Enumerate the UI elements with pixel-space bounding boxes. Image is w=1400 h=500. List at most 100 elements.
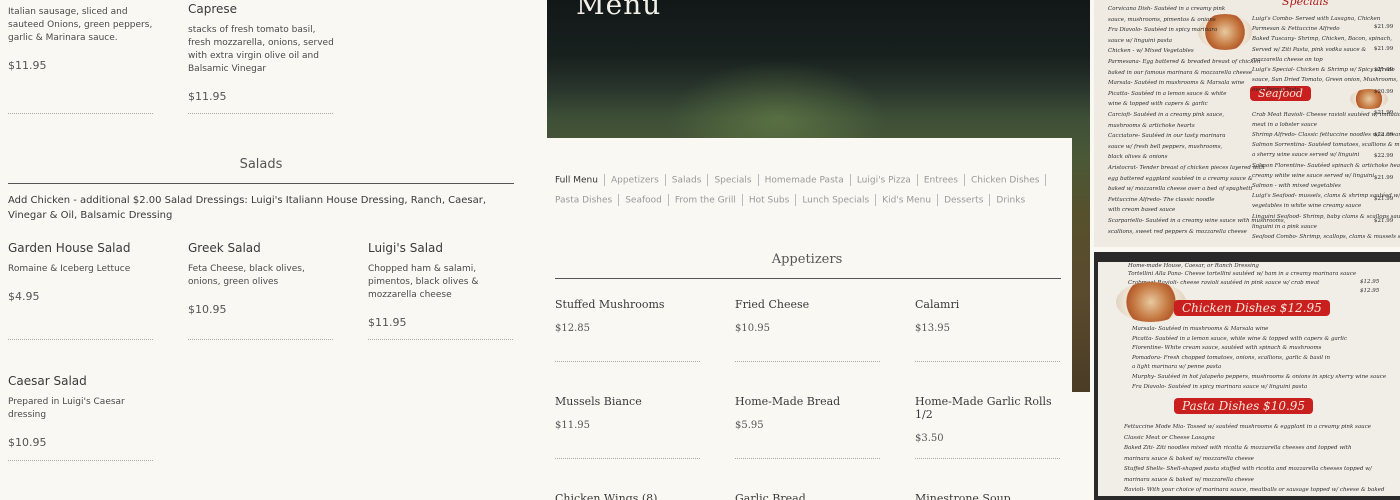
menu-photo-line: Salmon Florentine- Sautéed spinach & art… xyxy=(1252,162,1400,169)
menu-photo-line: Fra Diavolo- Sautéed in spicy marinara xyxy=(1108,27,1218,34)
menu-photo-line: marinara sauce & baked w/ mozzarella che… xyxy=(1124,476,1254,483)
nav-appetizers[interactable]: Appetizers xyxy=(611,176,659,186)
item-name: Garden House Salad xyxy=(8,241,131,255)
item-name: Home-Made Bread xyxy=(735,395,841,408)
item-price: $11.95 xyxy=(188,90,227,103)
menu-photo-line: sauce, mushrooms, pimentos & onions xyxy=(1108,16,1216,23)
dotted-divider xyxy=(188,338,333,340)
menu-photo-line: mushrooms & artichoke hearts xyxy=(1108,122,1195,129)
salads-note: Add Chicken - additional $2.00 Salad Dre… xyxy=(8,195,487,221)
menu-photo-line: baked in our famous marinara & mozzarell… xyxy=(1108,69,1253,76)
menu-photo-line: Corvicana Dish- Sautéed in a creamy pink xyxy=(1108,6,1226,12)
nav-drinks[interactable]: Drinks xyxy=(996,196,1025,206)
menu-item-garlic-bread: Garlic Bread xyxy=(735,492,880,500)
nav-luigis-pizza[interactable]: Luigi's Pizza xyxy=(857,176,911,186)
nav-specials[interactable]: Specials xyxy=(714,176,751,186)
item-price: $11.95 xyxy=(555,420,590,431)
menu-photo-line: $12.95 xyxy=(1360,279,1380,285)
menu-photo-line: Served w/ Ziti Pasta, pink vodka sauce & xyxy=(1252,46,1367,53)
menu-nav-row-2: Pasta Dishes Seafood From the Grill Hot Sub… xyxy=(555,194,1025,206)
menu-photo-line: Aristocrat- Tender breast of chicken pie… xyxy=(1108,165,1265,171)
menu-photo-line: linguini in a pink sauce xyxy=(1252,223,1317,230)
dotted-divider xyxy=(735,457,880,459)
item-name: Stuffed Mushrooms xyxy=(555,298,665,311)
dotted-divider xyxy=(8,338,153,340)
menu-item-garden-salad: Garden House Salad Romaine & Iceberg Let… xyxy=(8,241,158,303)
item-price: $4.95 xyxy=(8,290,40,303)
menu-item-chicken-wings: Chicken Wings (8) xyxy=(555,492,700,500)
menu-photo-line: Marsala- Sautéed in mushrooms & Marsala … xyxy=(1108,80,1245,87)
menu-item-home-made-bread: Home-Made Bread $5.95 xyxy=(735,395,880,431)
dotted-divider xyxy=(8,112,153,114)
dotted-divider xyxy=(555,360,700,362)
middle-menu-panel: Menu Full Menu Appetizers Salads Specials Ho… xyxy=(547,0,1090,500)
menu-item-top-1: Italian sausage, sliced and sauteed Onio… xyxy=(8,6,158,72)
menu-photo-line: $21.99 xyxy=(1374,217,1394,224)
dotted-divider xyxy=(735,360,880,362)
dotted-divider xyxy=(188,112,333,114)
menu-photo-line: Fettuccine Alfredo- The classic noodle xyxy=(1108,196,1215,203)
menu-item-fried-cheese: Fried Cheese $10.95 xyxy=(735,298,880,334)
menu-photo-line: meat in a lobster sauce xyxy=(1252,121,1318,128)
nav-from-the-grill[interactable]: From the Grill xyxy=(675,196,736,206)
dotted-divider xyxy=(555,457,700,459)
pasta-dishes-banner: Pasta Dishes $10.95 xyxy=(1174,398,1314,414)
nav-separator xyxy=(849,174,851,186)
dotted-divider xyxy=(368,338,513,340)
menu-photo-line: Tortellini Alla Pana- Cheese tortellini … xyxy=(1128,271,1357,277)
nav-separator xyxy=(1045,174,1047,186)
nav-separator xyxy=(916,174,918,186)
menu-item-greek-salad: Greek Salad Feta Cheese, black olives, o… xyxy=(188,241,338,316)
item-price: $5.95 xyxy=(735,420,764,431)
nav-salads[interactable]: Salads xyxy=(672,176,702,186)
menu-card: Full Menu Appetizers Salads Specials Homemad… xyxy=(547,138,1072,500)
menu-photo-line: Salmon - with mixed vegetables xyxy=(1252,183,1341,189)
item-name: Minestrone Soup xyxy=(915,492,1011,500)
menu-photo-line: egg battered eggplant sautéed in a cream… xyxy=(1108,175,1253,182)
item-name: Chicken Wings (8) xyxy=(555,492,658,500)
item-price: $12.85 xyxy=(555,323,590,334)
chicken-dishes-banner: Chicken Dishes $12.95 xyxy=(1174,300,1330,316)
nav-separator xyxy=(989,194,991,206)
menu-photo-line: Seafood Combo- Shrimp, scallops, clams &… xyxy=(1252,234,1400,240)
menu-photo-line: Murphy- Sautéed in hot jalapeño peppers,… xyxy=(1132,374,1387,380)
menu-photo-line: a sherry wine sauce served w/ linguini xyxy=(1252,152,1360,159)
item-description: Feta Cheese, black olives, onions, green… xyxy=(188,264,305,287)
nav-chicken-dishes[interactable]: Chicken Dishes xyxy=(971,176,1039,186)
menu-photo-line: Baked Ziti- Ziti noodles mixed with rico… xyxy=(1124,445,1352,451)
item-price: $10.95 xyxy=(188,303,227,316)
nav-seafood[interactable]: Seafood xyxy=(625,196,662,206)
item-name: Luigi's Salad xyxy=(368,241,444,255)
item-price: $11.95 xyxy=(368,316,407,329)
menu-photo-line: Ravioli- With your choice of marinara sa… xyxy=(1124,487,1385,493)
item-name: Greek Salad xyxy=(188,241,261,255)
dotted-divider xyxy=(915,360,1060,362)
item-name: Caesar Salad xyxy=(8,374,87,388)
menu-photo-line: Florentine- White cream sauce, sautéed w… xyxy=(1132,345,1322,352)
nav-hot-subs[interactable]: Hot Subs xyxy=(749,196,789,206)
menu-photo-line: black olives & onions xyxy=(1108,154,1168,161)
item-description: Chopped ham & salami, pimentos, black ol… xyxy=(368,264,479,300)
menu-photo-line: $22.99 xyxy=(1374,153,1394,159)
nav-pasta-dishes[interactable]: Pasta Dishes xyxy=(555,196,612,206)
nav-full-menu[interactable]: Full Menu xyxy=(555,176,598,186)
nav-separator xyxy=(875,194,877,206)
menu-photo-line: Marsala- Sautéed in mushrooms & Marsala … xyxy=(1132,326,1269,332)
nav-homemade-pasta[interactable]: Homemade Pasta xyxy=(765,176,844,186)
nav-lunch-specials[interactable]: Lunch Specials xyxy=(802,196,869,206)
menu-photo-line: Chicken - w/ Mixed Vegetables xyxy=(1108,48,1194,55)
dotted-divider xyxy=(8,459,153,461)
menu-photo-lunch: All lunch specials include our Home-made… xyxy=(1094,252,1400,500)
menu-photo-line: with cream based sauce xyxy=(1108,207,1176,214)
nav-kids-menu[interactable]: Kid's Menu xyxy=(882,196,931,206)
menu-item-garlic-rolls: Home-Made Garlic Rolls 1/2 $3.50 xyxy=(915,395,1065,444)
item-price: $3.50 xyxy=(915,433,944,444)
menu-photo-line: Picatta- Sautéed in a lemon sauce & whit… xyxy=(1108,90,1227,97)
nav-entrees[interactable]: Entrees xyxy=(924,176,958,186)
nav-desserts[interactable]: Desserts xyxy=(944,196,983,206)
item-description: stacks of fresh tomato basil, fresh mozz… xyxy=(188,25,334,74)
menu-photo-line: over Penne Pasta xyxy=(1252,87,1300,94)
item-name: Caprese xyxy=(188,2,238,16)
menu-photo-line: sauce w/ linguini pasta xyxy=(1108,37,1173,44)
section-title-appetizers: Appetizers xyxy=(771,252,843,267)
